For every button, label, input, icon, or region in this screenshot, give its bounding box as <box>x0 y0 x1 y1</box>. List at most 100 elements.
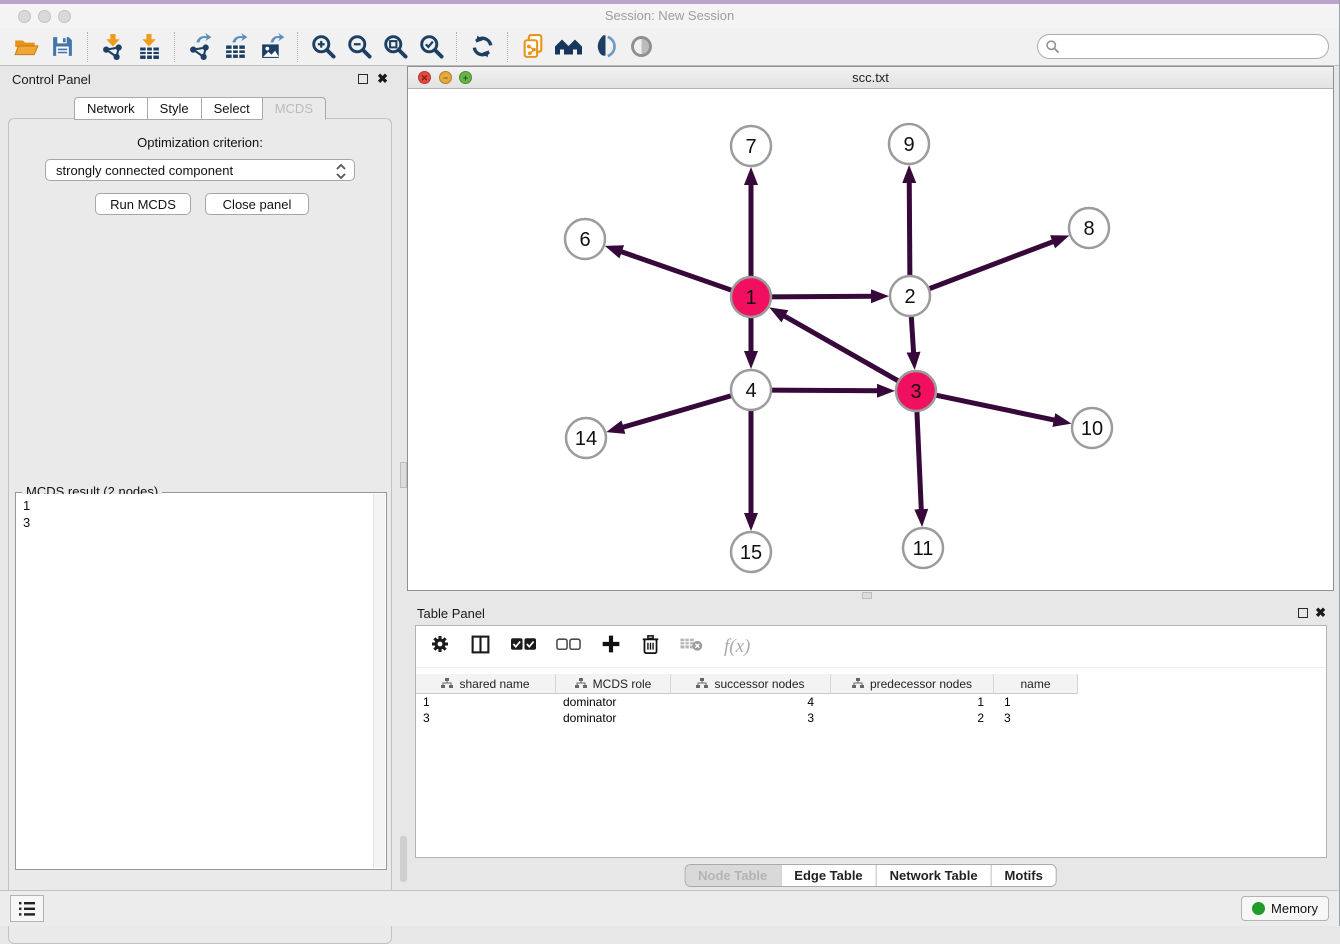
toolbar-separator <box>297 32 298 62</box>
gear-icon <box>430 634 450 654</box>
optimization-criterion-select[interactable]: strongly connected component <box>45 159 355 181</box>
tab-style[interactable]: Style <box>147 97 201 120</box>
refresh-view-button[interactable] <box>464 30 500 64</box>
tab-network[interactable]: Network <box>74 97 147 120</box>
graph-node-label-1: 1 <box>745 287 756 309</box>
show-hide-detail-button[interactable] <box>623 30 659 64</box>
save-session-button[interactable] <box>44 30 80 64</box>
control-panel: Control Panel ✖ Network Style Select MCD… <box>0 66 400 888</box>
float-panel-icon[interactable] <box>358 74 368 84</box>
zoom-selected-button[interactable] <box>413 30 449 64</box>
graph-edge-4-3[interactable] <box>769 390 880 391</box>
splitter-grip[interactable] <box>862 592 872 599</box>
toolbar-separator <box>174 32 175 62</box>
column-header-name[interactable]: name <box>994 674 1078 694</box>
graph-edge-2-8[interactable] <box>927 241 1056 290</box>
close-panel-icon[interactable]: ✖ <box>377 71 388 87</box>
export-network-button[interactable] <box>182 30 218 64</box>
network-canvas[interactable]: 1234678910111415 <box>408 89 1333 590</box>
window-title: Session: New Session <box>0 8 1339 23</box>
import-network-button[interactable] <box>95 30 131 64</box>
table-cell[interactable]: 3 <box>994 710 1078 726</box>
zoom-in-icon <box>310 33 337 60</box>
table-cell[interactable]: 2 <box>831 710 994 726</box>
splitter-grip[interactable] <box>400 462 407 488</box>
graph-edge-2-3[interactable] <box>911 314 914 355</box>
column-header-successor-nodes[interactable]: successor nodes <box>671 674 831 694</box>
tab-mcds[interactable]: MCDS <box>262 97 326 120</box>
task-history-button[interactable] <box>10 895 44 922</box>
graph-edge-1-2[interactable] <box>769 296 874 297</box>
table-cell[interactable]: dominator <box>556 694 671 710</box>
toolbar-separator <box>87 32 88 62</box>
function-builder-button-disabled: f(x) <box>724 636 750 658</box>
graph-node-label-10: 10 <box>1081 418 1103 440</box>
toolbar-separator <box>507 32 508 62</box>
table-row[interactable]: 1dominator411 <box>416 694 1326 710</box>
node-table-container: f(x) shared name MCDS role successor nod… <box>415 625 1327 858</box>
optimization-criterion-label: Optimization criterion: <box>9 135 391 150</box>
horizontal-splitter[interactable] <box>407 591 1334 600</box>
network-canvas-svg[interactable]: 1234678910111415 <box>408 89 1333 590</box>
import-table-button[interactable] <box>131 30 167 64</box>
graph-edge-2-9[interactable] <box>909 180 910 278</box>
close-panel-button[interactable]: Close panel <box>205 193 309 215</box>
scrollbar-thumb[interactable] <box>400 836 407 882</box>
table-cell[interactable]: 3 <box>416 710 556 726</box>
delete-column-button-disabled <box>680 636 704 657</box>
export-image-button[interactable] <box>254 30 290 64</box>
graph-node-label-6: 6 <box>579 229 590 251</box>
zoom-in-button[interactable] <box>305 30 341 64</box>
export-network-icon <box>187 33 214 60</box>
select-all-button[interactable] <box>511 637 536 656</box>
table-cell[interactable]: dominator <box>556 710 671 726</box>
table-panel-header: Table Panel ✖ <box>407 600 1334 628</box>
graph-edge-3-10[interactable] <box>934 395 1057 421</box>
export-table-button[interactable] <box>218 30 254 64</box>
export-table-icon <box>223 33 250 60</box>
table-options-button[interactable] <box>430 634 450 659</box>
import-network-icon <box>100 33 127 60</box>
zoom-out-button[interactable] <box>341 30 377 64</box>
graph-edge-1-6[interactable] <box>619 251 734 291</box>
tab-select[interactable]: Select <box>201 97 262 120</box>
zoom-selected-icon <box>418 33 445 60</box>
tab-motifs[interactable]: Motifs <box>991 865 1056 886</box>
clone-network-button[interactable] <box>515 30 551 64</box>
graph-edge-3-11[interactable] <box>917 409 922 512</box>
delete-row-button[interactable] <box>641 634 660 660</box>
close-panel-icon[interactable]: ✖ <box>1315 605 1326 621</box>
memory-button[interactable]: Memory <box>1241 896 1329 921</box>
table-cell[interactable]: 1 <box>416 694 556 710</box>
criterion-selected-value: strongly connected component <box>56 163 233 178</box>
show-column-button[interactable] <box>470 634 491 660</box>
graph-edge-4-14[interactable] <box>621 395 734 428</box>
open-session-button[interactable] <box>8 30 44 64</box>
graph-edge-3-1[interactable] <box>782 315 900 382</box>
table-cell[interactable]: 1 <box>831 694 994 710</box>
tab-node-table[interactable]: Node Table <box>685 865 780 886</box>
float-panel-icon[interactable] <box>1298 608 1308 618</box>
table-cell[interactable]: 4 <box>671 694 831 710</box>
memory-status-dot <box>1252 902 1265 915</box>
mcds-result-text[interactable]: 1 3 <box>17 494 373 868</box>
column-header-mcds-role[interactable]: MCDS role <box>556 674 671 694</box>
table-cell[interactable]: 3 <box>671 710 831 726</box>
fit-content-button[interactable] <box>377 30 413 64</box>
graph-node-label-11: 11 <box>913 538 934 560</box>
run-mcds-button[interactable]: Run MCDS <box>95 193 191 215</box>
search-input[interactable] <box>1037 34 1329 59</box>
table-row[interactable]: 3dominator323 <box>416 710 1326 726</box>
deselect-all-button[interactable] <box>556 637 581 656</box>
first-neighbors-button[interactable] <box>551 30 587 64</box>
tab-edge-table[interactable]: Edge Table <box>780 865 875 886</box>
table-toolbar: f(x) <box>416 626 1326 668</box>
result-scrollbar[interactable] <box>373 494 385 868</box>
add-row-button[interactable] <box>601 634 621 659</box>
vertical-splitter[interactable] <box>400 66 407 888</box>
column-header-predecessor-nodes[interactable]: predecessor nodes <box>831 674 994 694</box>
tab-network-table[interactable]: Network Table <box>876 865 991 886</box>
column-header-shared-name[interactable]: shared name <box>416 674 556 694</box>
table-cell[interactable]: 1 <box>994 694 1078 710</box>
style-detail-button[interactable] <box>587 30 623 64</box>
